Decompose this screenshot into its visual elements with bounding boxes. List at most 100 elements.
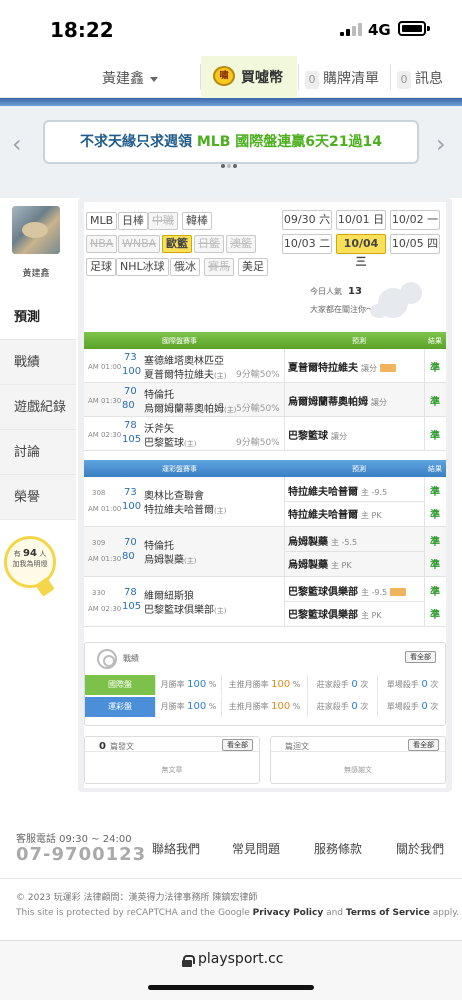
away-number: 78 [124,587,137,598]
home-team: 烏姆製藥(主) [144,555,197,566]
date-tab[interactable]: 10/05 四 [390,234,440,254]
side-menu-item[interactable]: 榮譽 [0,475,76,520]
match-time: AM 01:30 [88,397,122,405]
side-menu-item[interactable]: 討論 [0,430,76,475]
posts-see-all-button[interactable]: 看全部 [222,739,253,751]
signal-icon [340,22,362,36]
date-tab[interactable]: 10/02 一 [390,210,440,230]
record-type-label: 運彩盤 [85,697,155,717]
side-menu-item[interactable]: 預測 [0,295,76,340]
result-mark: 準 [430,510,440,521]
league-tag[interactable]: MLB [86,212,118,230]
main-panel: MLB 日棒 中職 韓棒 NBA WNBA 歐籃 日籃 澳籃 足球 NHL冰球 俄冰 賽馬 美足 09/3… [78,198,452,792]
match-time: AM 02:30 [88,605,122,613]
lottery-table-header: 運彩盤賽事 預測 結果 [84,460,446,477]
result-mark: 準 [430,560,440,571]
date-tab[interactable]: 09/30 六 [282,210,332,230]
league-tag[interactable]: 韓棒 [182,212,212,230]
home-number: 80 [122,551,135,562]
clock: 18:22 [50,18,114,42]
prediction-pick[interactable]: 烏姆製藥主 -5.5 [288,533,357,548]
posts-box: 0 篇發文 看全部 無文章 [84,736,260,784]
home-team: 夏普爾特拉維夫(主) [144,370,227,381]
footer-link-contact[interactable]: 聯絡我們 [152,840,200,857]
match-time: AM 01:30 [88,555,122,563]
footer: 客服電話 09:30 ~ 24:00 07-9700123 聯絡我們 常見問題 … [0,820,462,940]
terms-link[interactable]: Terms of Service [346,908,430,918]
result-mark: 準 [430,610,440,621]
browser-url-bar[interactable]: playsport.cc [0,940,462,1000]
home-number: 105 [122,434,142,445]
record-see-all-button[interactable]: 看全部 [405,651,436,663]
replies-see-all-button[interactable]: 看全部 [408,739,439,751]
prediction-pick[interactable]: 特拉維夫哈普爾主 -9.5 [288,483,387,498]
user-dropdown[interactable]: 黃建鑫 [102,68,158,88]
lock-icon [182,955,195,967]
banner-link[interactable]: 不求天緣只求週領 MLB 國際盤連贏6天21過14 [43,120,419,164]
league-tag[interactable]: 美足 [238,258,268,276]
spread-result: 9分輸50% [236,370,280,380]
home-number: 100 [122,366,142,377]
home-number: 105 [122,601,142,612]
prediction-pick[interactable]: 巴黎籃球俱樂部主 -9.5 [288,583,407,598]
prediction-pick[interactable]: 烏姆製藥主 PK [288,556,352,571]
posts-empty: 無文章 [161,766,183,774]
table-row: 330 AM 02:30 78 105 維爾紐斯狼 巴黎籃球俱樂部(主) 巴黎籃球俱樂部主 … [84,577,446,627]
record-stat: 莊家殺手 0 次 [307,697,377,717]
buy-coin-button[interactable]: 嘯 買噓幣 [201,56,297,98]
result-mark: 準 [430,537,440,548]
record-stat: 月勝率 100 % [155,675,221,695]
service-phone[interactable]: 07-9700123 [16,844,146,865]
away-team: 特倫托 [144,541,174,552]
league-tag[interactable]: 日棒 [118,212,148,230]
away-number: 73 [124,487,137,498]
chevron-left-icon[interactable]: ‹ [12,130,22,158]
game-number: 308 [92,489,106,497]
purchase-list-link[interactable]: 0 購牌清單 [305,68,379,89]
service-hours: 客服電話 09:30 ~ 24:00 [16,834,132,845]
caret-down-icon [150,76,158,82]
header-stripe [0,98,462,106]
footer-link-faq[interactable]: 常見問題 [232,840,280,857]
record-title: 戰績 [123,654,139,663]
mascot-image [370,282,426,322]
prediction-pick[interactable]: 夏普爾特拉維夫 讓分 [288,359,396,374]
footer-link-about[interactable]: 關於我們 [396,840,444,857]
league-tag[interactable]: 足球 [86,258,116,276]
messages-link[interactable]: 0 訊息 [397,68,443,89]
footer-link-terms[interactable]: 服務條款 [314,840,362,857]
date-tab[interactable]: 10/01 日 [336,210,386,230]
prediction-pick[interactable]: 巴黎籃球 讓分 [288,427,347,442]
chevron-right-icon[interactable]: › [436,130,446,158]
prediction-pick[interactable]: 特拉維夫哈普爾主 PK [288,506,382,521]
follow-text[interactable]: 加我為明燈 [13,560,48,568]
table-row: AM 02:30 78 105 沃斧矢 巴黎籃球(主) 9分輸50% 巴黎籃球 讓分 準 [84,417,446,451]
status-bar: 18:22 4G [0,0,462,56]
result-mark: 準 [430,397,440,408]
date-tab[interactable]: 10/03 二 [282,234,332,254]
league-tag[interactable]: 歐籃 [162,235,192,253]
prediction-pick[interactable]: 巴黎籃球俱樂部主 PK [288,606,382,621]
home-team: 巴黎籃球(主) [144,438,197,449]
replies-box: 篇迴文 看全部 無感謝文 [270,736,446,784]
prediction-pick[interactable]: 烏爾姆蘭蒂奧帕姆 讓分 [288,393,387,408]
table-row: 308 AM 01:00 73 100 奧林比查聯會 特拉維夫哈普爾(主) 特拉維夫哈普爾主… [84,477,446,527]
hot-badge-icon [390,588,407,596]
result-mark: 準 [430,587,440,598]
avatar[interactable] [12,206,60,254]
result-mark: 準 [430,487,440,498]
side-menu-item[interactable]: 戰績 [0,340,76,385]
league-tag: WNBA [118,235,161,253]
league-tag: 日籃 [194,235,224,253]
privacy-link[interactable]: Privacy Policy [253,908,324,918]
league-tag[interactable]: 俄冰 [170,258,200,276]
game-number: 309 [92,539,106,547]
league-tag[interactable]: NHL冰球 [116,258,169,276]
hot-badge-icon [380,364,396,372]
home-team: 特拉維夫哈普爾(主) [144,505,227,516]
record-type-label: 國際盤 [85,675,155,695]
date-tab[interactable]: 10/04 三 [336,234,386,268]
side-menu-item[interactable]: 遊戲紀錄 [0,385,76,430]
spread-result: 9分輸50% [236,438,280,448]
side-menu: 預測 戰績 遊戲紀錄 討論 榮譽 [0,295,76,520]
